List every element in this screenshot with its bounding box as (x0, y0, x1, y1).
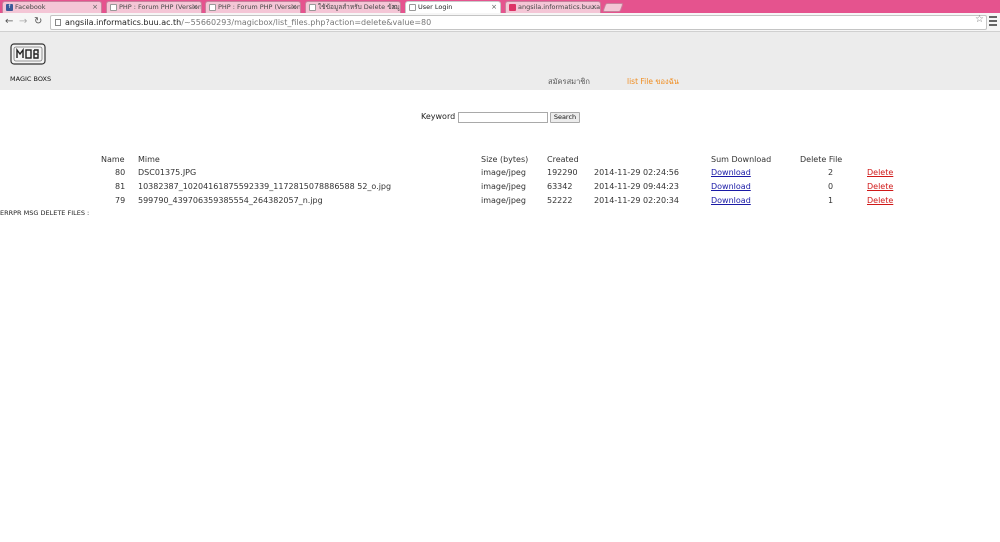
close-icon[interactable]: × (491, 2, 497, 13)
bookmark-star-icon[interactable]: ☆ (975, 14, 984, 25)
header-created: Created (547, 155, 579, 164)
page-icon (409, 4, 416, 11)
tab-title: PHP : Forum PHP (Version (218, 3, 301, 11)
tab-title: Facebook (15, 3, 46, 11)
url-path: /~55660293/magicbox/list_files.php?actio… (181, 18, 432, 27)
download-link[interactable]: Download (711, 182, 751, 191)
delete-count: 0 (828, 182, 834, 191)
file-mime: image/jpeg (481, 182, 526, 191)
header-sum-download: Sum Download (711, 155, 772, 164)
file-created: 2014-11-29 02:24:56 (594, 168, 679, 177)
header-size: Size (bytes) (481, 155, 529, 164)
download-link[interactable]: Download (711, 196, 751, 205)
page-icon (209, 4, 216, 11)
logo-text: MAGIC BOXS (10, 75, 52, 83)
magic-box-logo[interactable] (10, 42, 46, 66)
facebook-icon: f (6, 4, 13, 11)
site-icon (509, 4, 516, 11)
file-created: 2014-11-29 09:44:23 (594, 182, 679, 191)
page-icon (309, 4, 316, 11)
file-mime: image/jpeg (481, 196, 526, 205)
file-name: 599790_439706359385554_264382057_n.jpg (138, 196, 323, 205)
close-icon[interactable]: × (591, 2, 597, 13)
browser-tab[interactable]: PHP : Forum PHP (Version × (205, 1, 301, 13)
tab-title: angsila.informatics.buu.ac (518, 3, 601, 11)
close-icon[interactable]: × (391, 2, 397, 13)
page-icon (110, 4, 117, 11)
file-name: 10382387_10204161875592339_1172815078886… (138, 182, 392, 191)
new-tab-button[interactable] (602, 3, 624, 12)
back-arrow-icon[interactable]: ← (5, 15, 13, 29)
delete-count: 1 (828, 196, 834, 205)
delete-link[interactable]: Delete (867, 196, 893, 205)
reload-icon[interactable]: ↻ (34, 15, 42, 29)
delete-link[interactable]: Delete (867, 182, 893, 191)
site-header: MAGIC BOXS สมัครสมาชิก list File ของฉัน (0, 32, 1000, 90)
header-mime: Mime (138, 155, 160, 164)
page-icon (55, 19, 61, 26)
delete-count: 2 (828, 168, 834, 177)
file-id: 81 (115, 182, 126, 191)
forward-arrow-icon[interactable]: → (19, 15, 27, 29)
address-bar[interactable]: angsila.informatics.buu.ac.th/~55660293/… (50, 15, 987, 30)
file-created: 2014-11-29 02:20:34 (594, 196, 679, 205)
search-button[interactable]: Search (550, 112, 580, 123)
browser-toolbar: ← → ↻ angsila.informatics.buu.ac.th/~556… (0, 13, 1000, 32)
close-icon[interactable]: × (92, 2, 98, 13)
file-id: 79 (115, 196, 126, 205)
browser-tab[interactable]: ใช้ข้อมูลสำหรับ Delete ข้อมูลที่อยู่ × (305, 1, 401, 13)
file-size: 63342 (547, 182, 573, 191)
close-icon[interactable]: × (291, 2, 297, 13)
keyword-input[interactable] (458, 112, 548, 123)
browser-tab[interactable]: angsila.informatics.buu.ac × (505, 1, 601, 13)
nav-register-link[interactable]: สมัครสมาชิก (548, 76, 590, 88)
file-size: 52222 (547, 196, 573, 205)
error-message: ERRPR MSG DELETE FILES : (0, 209, 90, 217)
header-delete-file: Delete File (800, 155, 843, 164)
file-size: 192290 (547, 168, 578, 177)
delete-link[interactable]: Delete (867, 168, 893, 177)
menu-icon[interactable] (989, 16, 997, 28)
tab-title: PHP : Forum PHP (Version (119, 3, 202, 11)
browser-tab-strip: f Facebook × PHP : Forum PHP (Version × … (0, 0, 1000, 13)
browser-tab[interactable]: PHP : Forum PHP (Version × (106, 1, 202, 13)
download-link[interactable]: Download (711, 168, 751, 177)
file-name: DSC01375.JPG (138, 168, 197, 177)
file-mime: image/jpeg (481, 168, 526, 177)
tab-title: User Login (418, 3, 453, 11)
keyword-label: Keyword (421, 112, 456, 121)
tab-title: ใช้ข้อมูลสำหรับ Delete ข้อมูลที่อยู่ (318, 3, 400, 11)
url-host: angsila.informatics.buu.ac.th (65, 18, 182, 27)
header-name: Name (101, 155, 125, 164)
browser-tab-active[interactable]: User Login × (405, 1, 501, 13)
nav-my-files-link[interactable]: list File ของฉัน (627, 76, 679, 88)
file-id: 80 (115, 168, 126, 177)
browser-tab[interactable]: f Facebook × (2, 1, 102, 13)
close-icon[interactable]: × (192, 2, 198, 13)
